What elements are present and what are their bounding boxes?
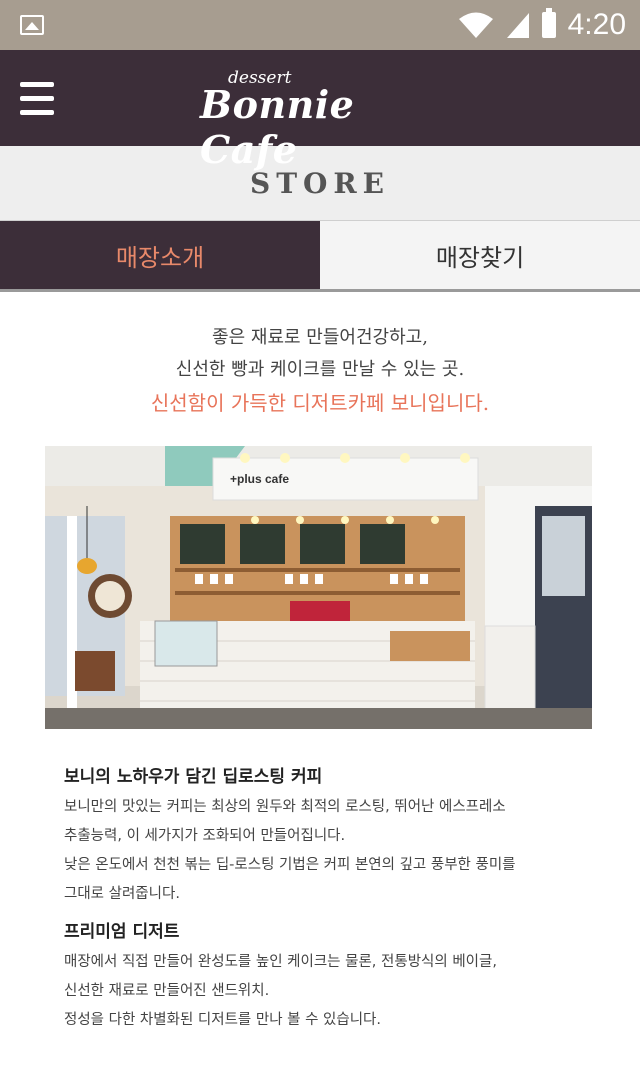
section-line: 신선한 재료로 만들어진 샌드위치. (64, 983, 270, 999)
intro-text: 좋은 재료로 만들어건강하고, 신선한 빵과 케이크를 만날 수 있는 곳. 신… (0, 292, 640, 420)
app-header: dessert Bonnie Cafe (0, 50, 640, 172)
intro-highlight: 신선함이 가득한 디저트카페 보니입니다. (150, 391, 490, 415)
section-line: 그대로 살려줍니다. (64, 886, 180, 902)
intro-line-2: 신선한 빵과 케이크를 만날 수 있는 곳. (175, 359, 465, 380)
section-line: 매장에서 직접 만들어 완성도를 높인 케이크는 물론, 전통방식의 베이글, (64, 954, 497, 970)
section-line: 보니만의 맛있는 커피는 최상의 원두와 최적의 로스팅, 뛰어난 에스프레소 (64, 799, 506, 815)
tab-store-intro[interactable]: 매장소개 (0, 221, 320, 289)
section-line: 추출능력, 이 세가지가 조화되어 만들어집니다. (64, 828, 346, 844)
content-sections: 보니의 노하우가 담긴 딥로스팅 커피 보니만의 맛있는 커피는 최상의 원두와… (64, 762, 624, 1043)
section-title-dessert: 프리미엄 디저트 (64, 922, 180, 942)
wifi-icon (458, 12, 493, 38)
tab-bar: 매장소개 매장찾기 (0, 221, 640, 292)
tab-store-finder[interactable]: 매장찾기 (320, 221, 640, 289)
battery-icon (541, 8, 556, 38)
brand-logo-name: Bonnie Cafe (200, 82, 355, 172)
cafe-sign-text: +plus cafe (230, 472, 289, 486)
intro-line-1: 좋은 재료로 만들어건강하고, (212, 327, 428, 348)
section-line: 정성을 다한 차별화된 디저트를 만나 볼 수 있습니다. (64, 1012, 382, 1028)
image-icon (20, 15, 44, 35)
hamburger-menu-icon[interactable] (20, 82, 54, 116)
section-title-coffee: 보니의 노하우가 담긴 딥로스팅 커피 (64, 767, 323, 787)
store-photo: +plus cafe (45, 446, 592, 729)
section-line: 낮은 온도에서 천천 볶는 딥-로스팅 기법은 커피 본연의 깊고 풍부한 풍미… (64, 857, 516, 873)
section-body-dessert: 매장에서 직접 만들어 완성도를 높인 케이크는 물론, 전통방식의 베이글, … (64, 948, 624, 1035)
status-bar: 4:20 (0, 0, 640, 50)
signal-icon (506, 13, 529, 38)
section-body-coffee: 보니만의 맛있는 커피는 최상의 원두와 최적의 로스팅, 뛰어난 에스프레소 … (64, 793, 624, 909)
brand-logo[interactable]: dessert Bonnie Cafe (200, 68, 440, 172)
status-time: 4:20 (567, 8, 626, 41)
